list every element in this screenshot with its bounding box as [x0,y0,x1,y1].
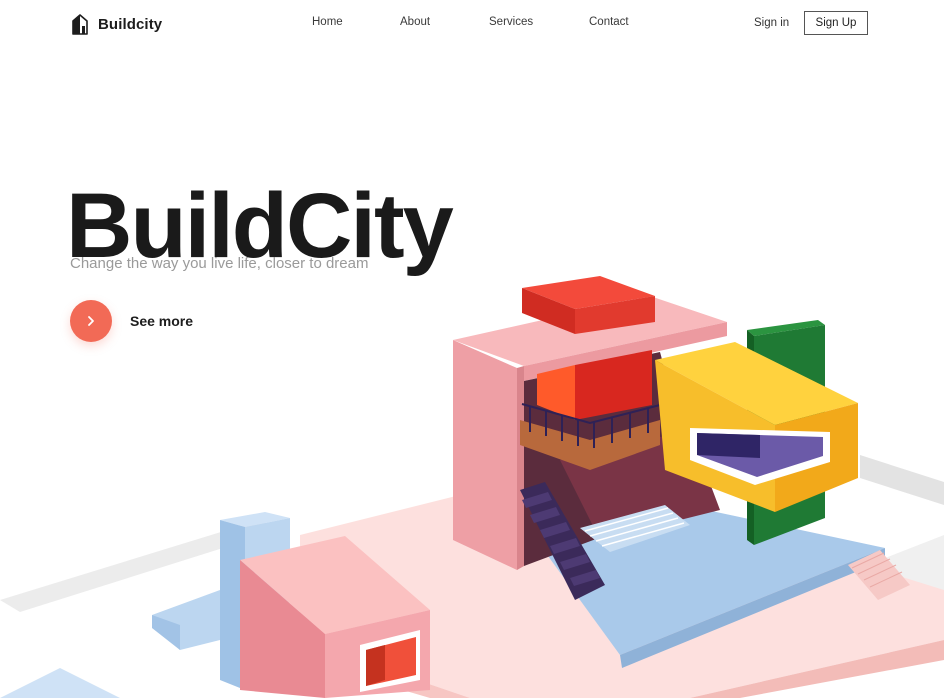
see-more-label: See more [130,313,194,329]
landing-page: Buildcity Home About Services Contact Si… [0,0,944,698]
hero-subtitle: Change the way you live life, closer to … [70,255,369,272]
chevron-right-icon [88,316,94,326]
nav-link-about[interactable]: About [400,16,430,28]
top-navigation: Buildcity Home About Services Contact Si… [0,0,944,48]
nav-link-services[interactable]: Services [489,16,533,28]
see-more-circle[interactable] [70,300,112,342]
sign-in-link[interactable]: Sign in [754,17,789,29]
nav-links: Home About Services Contact [0,16,944,34]
see-more-button[interactable]: See more [70,300,193,342]
nav-link-home[interactable]: Home [312,16,343,28]
nav-link-contact[interactable]: Contact [589,16,629,28]
sign-up-button[interactable]: Sign Up [804,11,868,35]
